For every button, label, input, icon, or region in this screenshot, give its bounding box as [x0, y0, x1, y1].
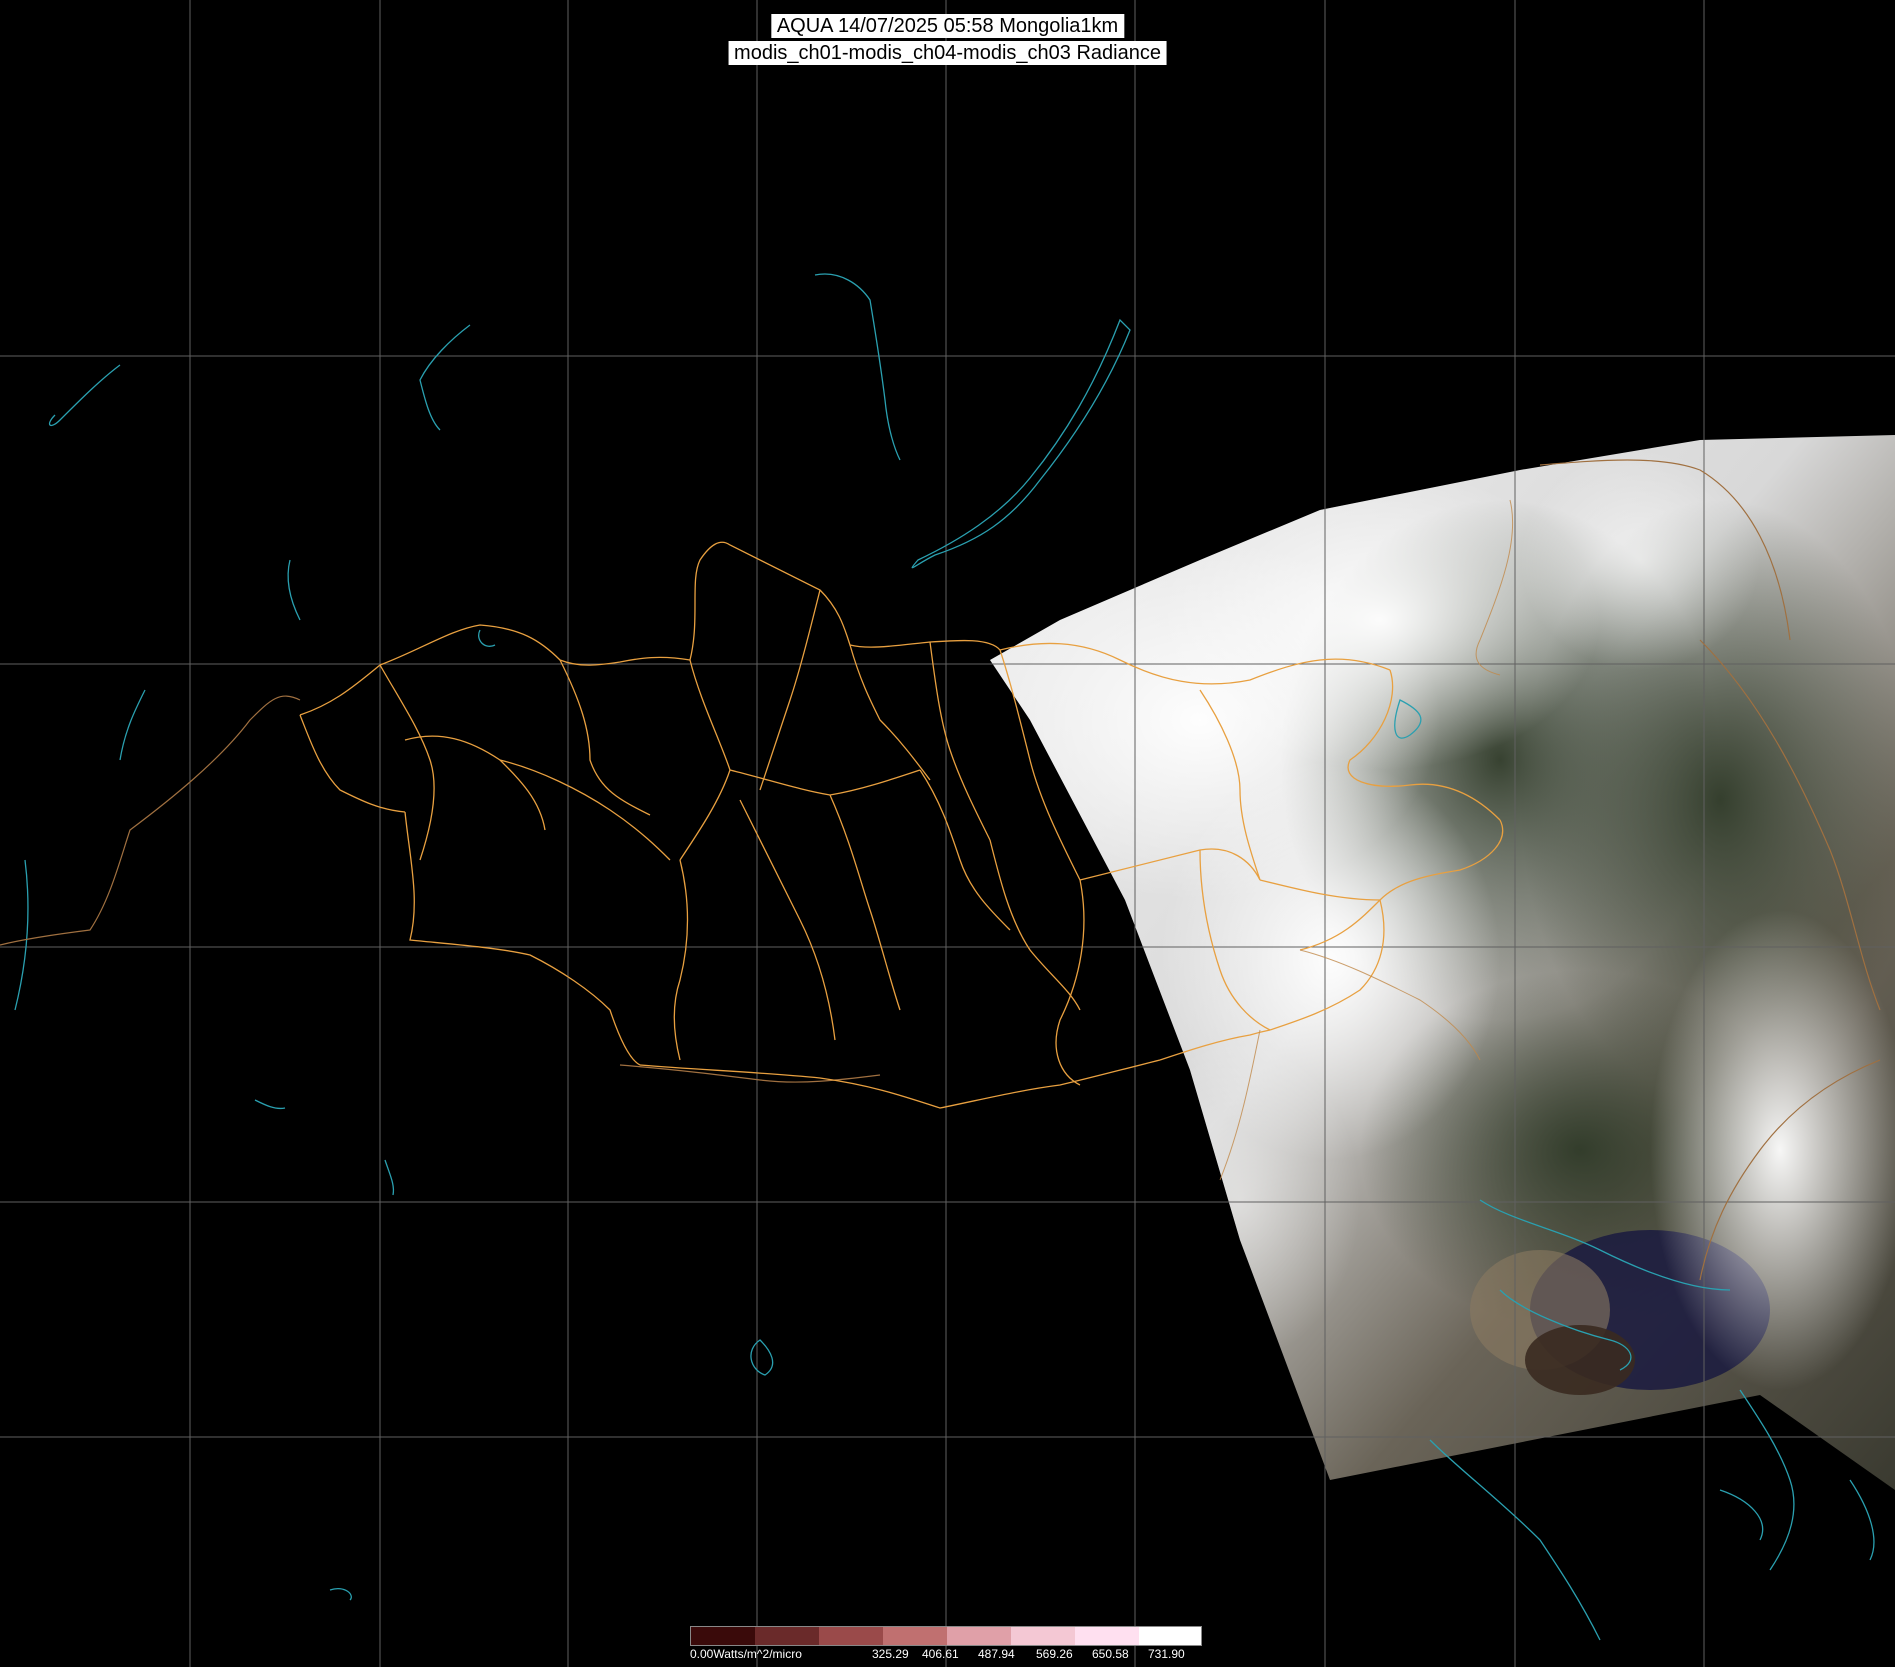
legend-swatch: [1011, 1627, 1076, 1645]
legend-tick-label: 325.29: [872, 1647, 909, 1661]
legend-swatch: [755, 1627, 820, 1645]
legend-swatch: [883, 1627, 948, 1645]
legend-swatch: [947, 1627, 1012, 1645]
legend-tick-label: 569.26: [1036, 1647, 1073, 1661]
legend-tick-label: 650.58: [1092, 1647, 1129, 1661]
legend-tick-label: 487.94: [978, 1647, 1015, 1661]
legend-swatch: [1075, 1627, 1140, 1645]
legend-tick-label: 406.61: [922, 1647, 959, 1661]
legend-swatch: [1139, 1627, 1201, 1645]
satellite-map: [0, 0, 1895, 1667]
legend-color-bar: [690, 1626, 1202, 1646]
legend-swatch: [819, 1627, 884, 1645]
legend-tick-label: 731.90: [1148, 1647, 1185, 1661]
legend-min-label: 0.00Watts/m^2/micro: [690, 1647, 802, 1661]
image-subtitle: modis_ch01-modis_ch04-modis_ch03 Radianc…: [728, 41, 1167, 65]
image-title: AQUA 14/07/2025 05:58 Mongolia1km: [770, 14, 1125, 38]
satellite-swath: [990, 435, 1895, 1490]
color-legend: 0.00Watts/m^2/micro 325.29 406.61 487.94…: [690, 1626, 1202, 1666]
legend-swatch: [691, 1627, 756, 1645]
